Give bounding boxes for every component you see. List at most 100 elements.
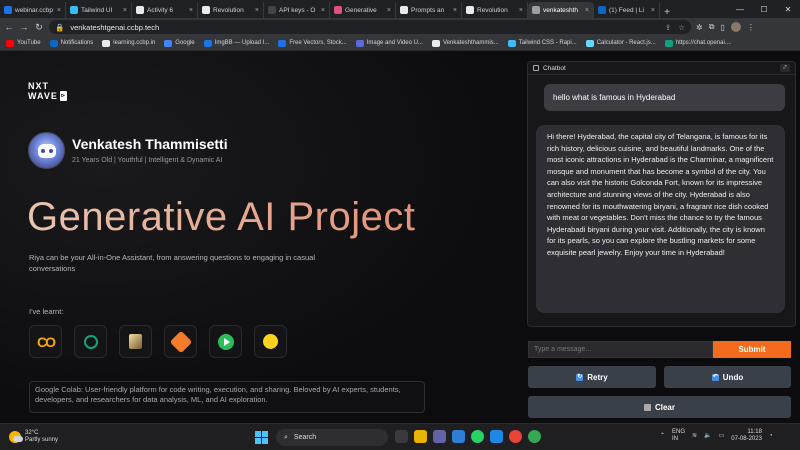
profile-subtitle: 21 Years Old | Youthful | Intelligent & … (72, 157, 223, 164)
bookmark-label: https://chat.openai.... (675, 40, 732, 46)
extension-icon[interactable]: ✲ (696, 23, 703, 32)
tab-title: Revolution (213, 6, 244, 14)
maximize-icon[interactable]: ☐ (752, 5, 776, 14)
retry-button[interactable]: ↻ Retry (528, 366, 656, 388)
browser-tab[interactable]: venkateshth × (528, 2, 594, 18)
submit-button[interactable]: Submit (713, 341, 791, 358)
browser-tab[interactable]: Generative × (330, 2, 396, 18)
search-label: Search (293, 434, 317, 441)
clear-button[interactable]: Clear (528, 396, 791, 418)
taskbar-apps (395, 430, 541, 443)
whatsapp-icon[interactable] (471, 430, 484, 443)
bookmark-favicon-icon (278, 39, 287, 47)
skill-colab[interactable]: CO (29, 325, 62, 358)
close-icon[interactable]: ✕ (776, 5, 800, 14)
message-input[interactable]: Type a message... (528, 341, 713, 358)
star-icon[interactable]: ☆ (678, 23, 685, 32)
browser-tab-strip: webinar.ccbp × Tailwind UI × Activity 6 × Revo… (0, 0, 800, 18)
sidepanel-icon[interactable]: ▯ (720, 23, 724, 32)
retry-label: Retry (587, 372, 608, 382)
tab-close-icon[interactable]: × (585, 7, 589, 14)
profile-name: Venkatesh Thammisetti (72, 136, 228, 152)
notifications-icon[interactable]: ◔ (769, 433, 773, 440)
bookmark-item[interactable]: Image and Video U... (355, 39, 423, 47)
chevron-up-icon[interactable]: ⌃ (660, 433, 665, 440)
bookmark-item[interactable]: Venkateshthammis... (431, 39, 499, 47)
bookmark-item[interactable]: ImgBB — Upload I... (203, 39, 269, 47)
skill-prompt[interactable] (119, 325, 152, 358)
task-view-icon[interactable] (395, 430, 408, 443)
clear-label: Clear (654, 402, 675, 412)
bookmark-item[interactable]: learning.ccbp.in (102, 39, 156, 47)
profile-avatar[interactable] (730, 22, 741, 32)
menu-icon[interactable]: ⋮ (747, 23, 755, 32)
skill-stack[interactable] (164, 325, 197, 358)
skill-play[interactable] (209, 325, 242, 358)
tab-close-icon[interactable]: × (387, 7, 391, 14)
bookmark-label: learning.ccbp.in (113, 40, 156, 46)
file-explorer-icon[interactable] (414, 430, 427, 443)
browser-tab[interactable]: (1) Feed | Li × (594, 2, 660, 18)
bot-message: Hi there! Hyderabad, the capital city of… (536, 125, 785, 313)
wifi-icon[interactable]: ≋ (692, 433, 697, 440)
minimize-icon[interactable]: — (728, 5, 752, 14)
tab-close-icon[interactable]: × (453, 7, 457, 14)
logo-badge-icon: ⊳ (59, 91, 68, 101)
battery-icon[interactable]: ▭ (719, 433, 725, 440)
browser-tab[interactable]: Tailwind UI × (66, 2, 132, 18)
new-tab-icon[interactable]: + (660, 7, 674, 18)
bookmark-item[interactable]: https://chat.openai.... (664, 39, 732, 47)
chrome-icon[interactable] (509, 430, 522, 443)
browser-tab[interactable]: Activity 6 × (132, 2, 198, 18)
skill-description: Google Colab: User-friendly platform for… (29, 381, 425, 413)
tab-title: (1) Feed | Li (609, 6, 644, 14)
teams-icon[interactable] (433, 430, 446, 443)
tab-title: Generative (345, 6, 377, 14)
undo-button[interactable]: ↶ Undo (664, 366, 791, 388)
tab-close-icon[interactable]: × (123, 7, 127, 14)
region-code: IN (672, 436, 679, 442)
volume-icon[interactable]: 🔈 (704, 433, 711, 440)
tab-favicon-icon (268, 6, 276, 14)
puzzle-icon[interactable]: ⧉ (709, 22, 715, 32)
forward-icon[interactable]: → (19, 22, 29, 32)
tab-close-icon[interactable]: × (321, 7, 325, 14)
bookmark-item[interactable]: Tailwind CSS - Rapi... (507, 39, 577, 47)
tab-close-icon[interactable]: × (57, 7, 61, 14)
nxtwave-logo: NXT WAVE ⊳ (28, 81, 68, 101)
reload-icon[interactable]: ↻ (34, 22, 44, 33)
tab-close-icon[interactable]: × (189, 7, 193, 14)
browser-tab[interactable]: Prompts an × (396, 2, 462, 18)
skill-huggingface[interactable] (254, 325, 287, 358)
bookmark-item[interactable]: Calculator - React.js... (585, 39, 656, 47)
browser-tab[interactable]: webinar.ccbp × (0, 2, 66, 18)
bookmark-item[interactable]: Google (164, 39, 195, 47)
browser-tab[interactable]: Revolution × (462, 2, 528, 18)
bookmark-favicon-icon (431, 39, 440, 47)
tab-close-icon[interactable]: × (255, 7, 259, 14)
tab-close-icon[interactable]: × (651, 7, 655, 14)
taskbar-search[interactable]: ⌕ Search (276, 429, 388, 446)
url-bar[interactable]: 🔒 venkateshtgenai.ccbp.tech ⇪ ☆ (49, 20, 691, 34)
share-icon[interactable]: ⤤ (780, 64, 790, 72)
back-icon[interactable]: ← (4, 22, 14, 32)
tab-title: Activity 6 (147, 6, 174, 14)
share-icon[interactable]: ⇪ (665, 23, 671, 32)
bookmark-item[interactable]: Notifications (49, 39, 93, 47)
bookmark-item[interactable]: Free Vectors, Stock... (278, 39, 347, 47)
tab-favicon-icon (532, 6, 540, 14)
skill-openai[interactable] (74, 325, 107, 358)
browser-tab[interactable]: Revolution × (198, 2, 264, 18)
windows-start-icon[interactable] (255, 431, 268, 444)
edge-icon[interactable] (452, 430, 465, 443)
weather-widget[interactable]: 32°C Partly sunny (9, 430, 58, 444)
browser-tab[interactable]: API keys - O × (264, 2, 330, 18)
bookmark-favicon-icon (585, 39, 594, 47)
logo-line1: NXT (28, 81, 49, 91)
tab-close-icon[interactable]: × (519, 7, 523, 14)
address-bar-row: ← → ↻ 🔒 venkateshtgenai.ccbp.tech ⇪ ☆ ✲ … (0, 18, 800, 36)
clock[interactable]: 11:18 07-08-2023 (731, 429, 762, 443)
vscode-icon[interactable] (490, 430, 503, 443)
bookmark-item[interactable]: YouTube (6, 39, 41, 47)
chrome-profile-icon[interactable] (528, 430, 541, 443)
